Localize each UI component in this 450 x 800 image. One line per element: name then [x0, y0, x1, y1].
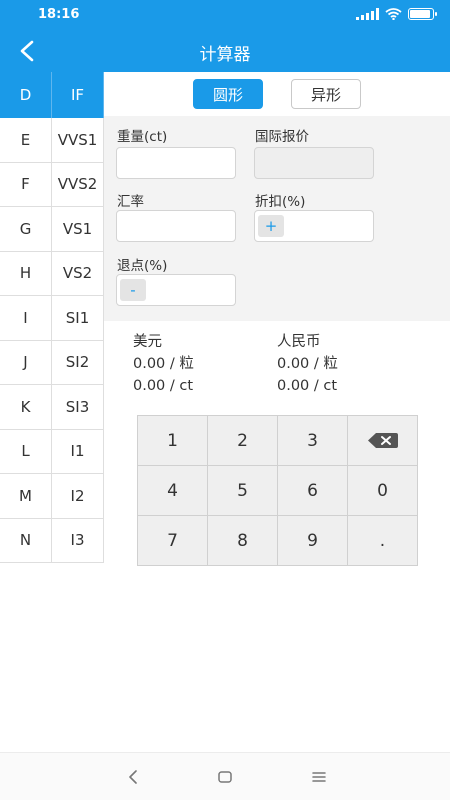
- app-bar: 计算器: [0, 30, 450, 72]
- grade-row: F VVS2: [0, 162, 104, 207]
- tab-fancy[interactable]: 异形: [291, 79, 361, 109]
- clarity-grade-cell[interactable]: VS1: [52, 207, 104, 251]
- discount-plus-button[interactable]: +: [258, 215, 284, 237]
- tab-round[interactable]: 圆形: [193, 79, 263, 109]
- nav-menu-button[interactable]: [307, 765, 331, 789]
- color-grade-cell[interactable]: F: [0, 162, 52, 206]
- key-1[interactable]: 1: [138, 416, 207, 465]
- color-grade-cell[interactable]: G: [0, 207, 52, 251]
- battery-icon: [408, 8, 437, 20]
- grade-row: M I2: [0, 474, 104, 519]
- grade-row: D IF: [0, 72, 104, 118]
- page-title: 计算器: [199, 45, 251, 65]
- menu-icon: [312, 772, 326, 782]
- grade-row: G VS1: [0, 207, 104, 252]
- grade-row: J SI2: [0, 340, 104, 385]
- rebate-minus-button[interactable]: -: [120, 279, 146, 301]
- key-3[interactable]: 3: [278, 416, 347, 465]
- usd-per-ct: 0.00 / ct: [133, 378, 194, 394]
- usd-label: 美元: [133, 334, 162, 350]
- grade-row: L I1: [0, 429, 104, 474]
- weight-input[interactable]: [116, 147, 236, 179]
- clarity-grade-cell[interactable]: I3: [52, 518, 104, 562]
- color-grade-cell[interactable]: M: [0, 474, 52, 518]
- clarity-grade-cell[interactable]: I1: [52, 429, 104, 473]
- color-grade-cell[interactable]: K: [0, 385, 52, 429]
- key-2[interactable]: 2: [208, 416, 277, 465]
- rmb-result: 人民币 0.00 / 粒 0.00 / ct: [277, 331, 338, 397]
- color-grade-cell[interactable]: J: [0, 340, 52, 384]
- key-9[interactable]: 9: [278, 516, 347, 565]
- nav-back-button[interactable]: [121, 765, 145, 789]
- weight-label: 重量(ct): [117, 129, 168, 145]
- intl-price-input[interactable]: [254, 147, 374, 179]
- grade-row: I SI1: [0, 296, 104, 341]
- color-grade-cell[interactable]: H: [0, 251, 52, 295]
- grade-row: K SI3: [0, 385, 104, 430]
- color-grade-cell[interactable]: L: [0, 429, 52, 473]
- clarity-grade-cell[interactable]: I2: [52, 474, 104, 518]
- wifi-icon: [385, 8, 402, 20]
- grade-table: D IF E VVS1 F VVS2 G VS1 H VS2 I SI1 J S…: [0, 72, 104, 563]
- key-dot[interactable]: .: [348, 516, 417, 565]
- system-nav-bar: [0, 752, 450, 800]
- intl-price-label: 国际报价: [255, 129, 309, 145]
- usd-result: 美元 0.00 / 粒 0.00 / ct: [133, 331, 194, 397]
- key-backspace[interactable]: [348, 416, 417, 465]
- numeric-keypad: 1 2 3 4 5 6 0 7 8 9 .: [137, 415, 418, 566]
- rate-label: 汇率: [117, 194, 144, 210]
- results-panel: 美元 0.00 / 粒 0.00 / ct 人民币 0.00 / 粒 0.00 …: [104, 321, 450, 401]
- nav-home-icon: [218, 771, 232, 783]
- key-5[interactable]: 5: [208, 466, 277, 515]
- backspace-icon: [367, 433, 398, 448]
- rmb-label: 人民币: [277, 334, 321, 350]
- key-7[interactable]: 7: [138, 516, 207, 565]
- clarity-grade-cell[interactable]: VS2: [52, 251, 104, 295]
- clarity-grade-cell[interactable]: SI2: [52, 340, 104, 384]
- key-8[interactable]: 8: [208, 516, 277, 565]
- clarity-grade-cell[interactable]: SI1: [52, 296, 104, 340]
- clarity-grade-cell[interactable]: VVS2: [52, 162, 104, 206]
- grade-row: E VVS1: [0, 118, 104, 163]
- color-grade-cell[interactable]: N: [0, 518, 52, 562]
- color-grade-cell[interactable]: I: [0, 296, 52, 340]
- nav-back-icon: [129, 770, 137, 784]
- status-icons: [356, 8, 437, 20]
- discount-field[interactable]: +: [254, 210, 374, 242]
- status-time: 18:16: [38, 7, 80, 22]
- color-grade-cell[interactable]: D: [0, 72, 52, 118]
- status-bar: 18:16: [0, 0, 450, 30]
- key-0[interactable]: 0: [348, 466, 417, 515]
- signal-icon: [356, 8, 379, 20]
- color-grade-cell[interactable]: E: [0, 118, 52, 162]
- key-4[interactable]: 4: [138, 466, 207, 515]
- rmb-per-piece: 0.00 / 粒: [277, 356, 338, 372]
- battery-fill: [410, 10, 430, 18]
- grade-row: N I3: [0, 518, 104, 563]
- rmb-per-ct: 0.00 / ct: [277, 378, 338, 394]
- clarity-grade-cell[interactable]: SI3: [52, 385, 104, 429]
- discount-label: 折扣(%): [255, 194, 306, 210]
- clarity-grade-cell[interactable]: VVS1: [52, 118, 104, 162]
- shape-tabs: 圆形 异形: [104, 72, 450, 116]
- input-panel: 重量(ct) 国际报价 汇率 折扣(%) + 退点(%) -: [104, 116, 450, 321]
- key-6[interactable]: 6: [278, 466, 347, 515]
- rate-input[interactable]: [116, 210, 236, 242]
- rebate-field[interactable]: -: [116, 274, 236, 306]
- rebate-label: 退点(%): [117, 258, 168, 274]
- usd-per-piece: 0.00 / 粒: [133, 356, 194, 372]
- clarity-grade-cell[interactable]: IF: [52, 72, 104, 118]
- nav-home-button[interactable]: [213, 765, 237, 789]
- grade-row: H VS2: [0, 251, 104, 296]
